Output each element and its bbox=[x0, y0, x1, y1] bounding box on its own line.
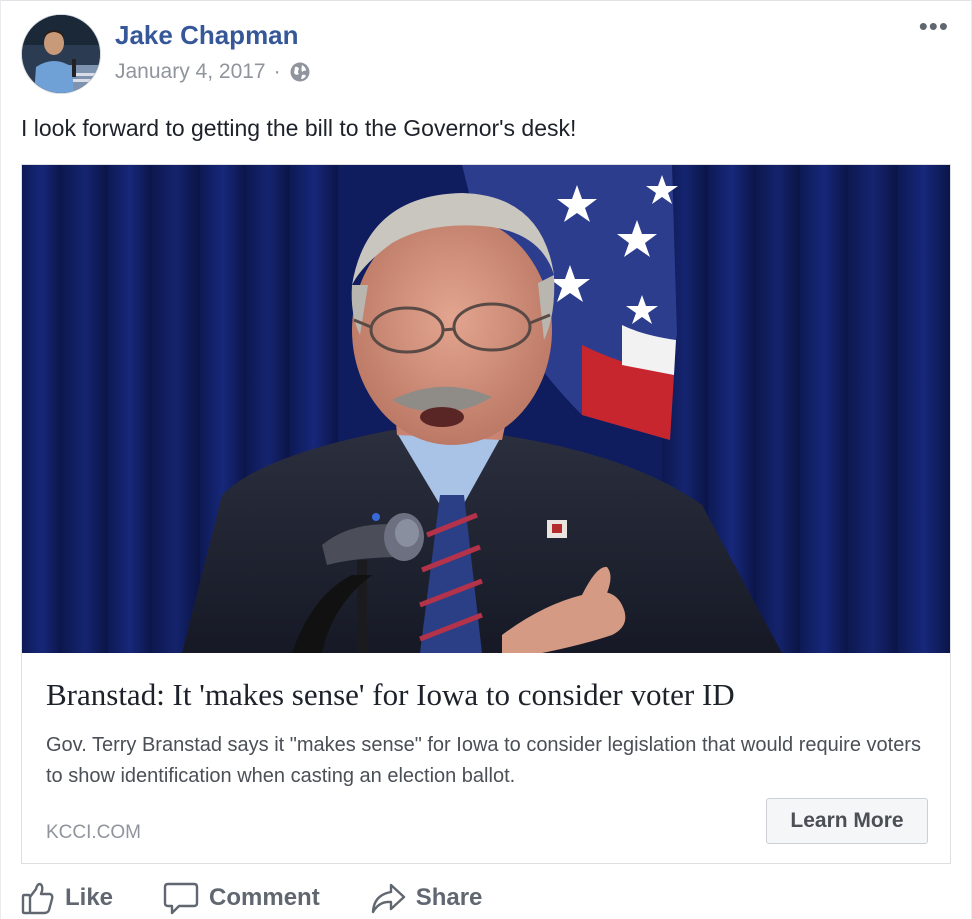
like-label: Like bbox=[65, 884, 114, 911]
link-title[interactable]: Branstad: It 'makes sense' for Iowa to c… bbox=[46, 677, 735, 713]
facebook-post: Jake Chapman January 4, 2017 · ••• I loo… bbox=[0, 0, 972, 919]
share-arrow-icon bbox=[370, 881, 406, 915]
more-options-button[interactable]: ••• bbox=[919, 13, 949, 39]
share-button[interactable]: Share bbox=[370, 881, 483, 915]
learn-more-button[interactable]: Learn More bbox=[766, 798, 928, 844]
post-timestamp[interactable]: January 4, 2017 bbox=[115, 60, 266, 84]
post-meta: January 4, 2017 · bbox=[115, 60, 311, 84]
author-avatar[interactable] bbox=[21, 14, 101, 94]
link-preview-image[interactable] bbox=[22, 165, 950, 653]
globe-icon[interactable] bbox=[289, 61, 311, 83]
speech-bubble-icon bbox=[163, 881, 199, 915]
comment-button[interactable]: Comment bbox=[163, 881, 320, 915]
thumbs-up-icon bbox=[21, 881, 55, 915]
like-button[interactable]: Like bbox=[21, 881, 113, 915]
link-domain: KCCI.COM bbox=[46, 822, 141, 843]
author-name[interactable]: Jake Chapman bbox=[115, 20, 299, 51]
link-description: Gov. Terry Branstad says it "makes sense… bbox=[46, 734, 921, 787]
post-message: I look forward to getting the bill to th… bbox=[21, 115, 577, 141]
share-label: Share bbox=[415, 884, 483, 911]
link-preview-card[interactable]: Branstad: It 'makes sense' for Iowa to c… bbox=[21, 164, 951, 864]
comment-label: Comment bbox=[209, 884, 320, 911]
meta-separator: · bbox=[273, 60, 281, 83]
post-actions-bar: Like Comment Share bbox=[21, 881, 532, 915]
